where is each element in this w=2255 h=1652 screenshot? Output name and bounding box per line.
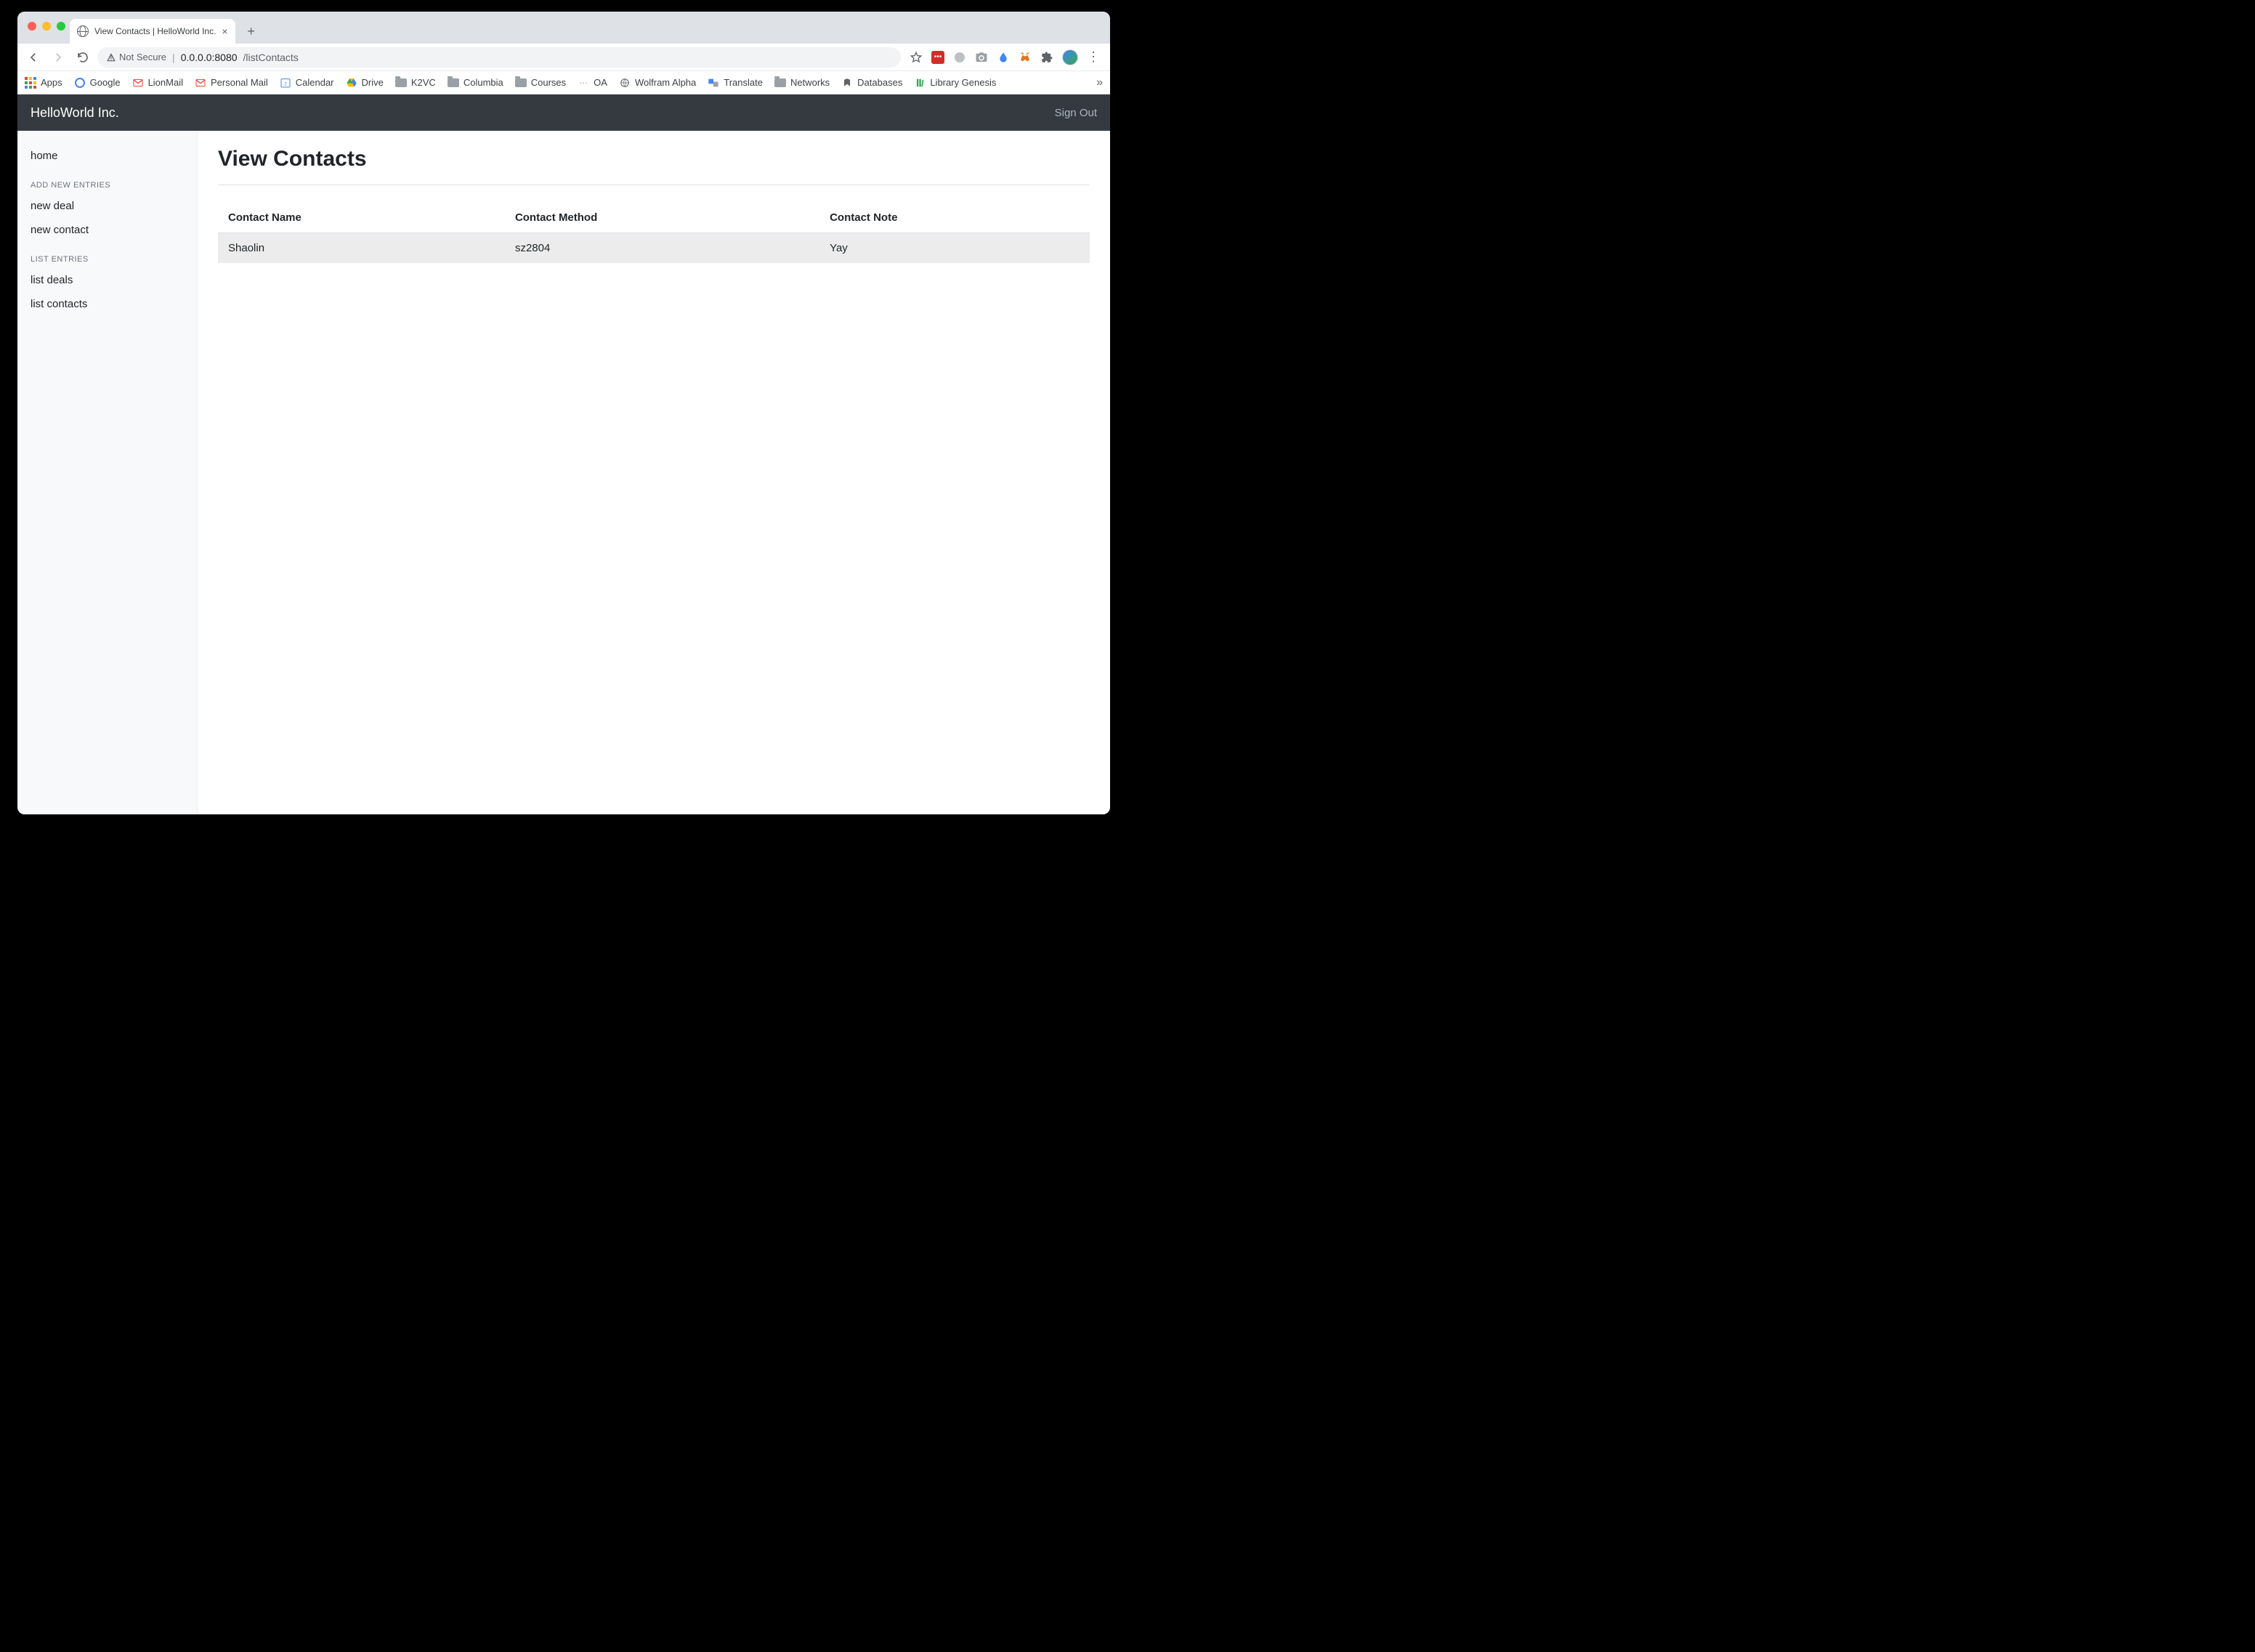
back-button[interactable] bbox=[23, 47, 44, 68]
col-contact-method: Contact Method bbox=[505, 203, 819, 233]
sidebar-item-new-contact[interactable]: new contact bbox=[17, 218, 197, 242]
sidebar-item-new-deal[interactable]: new deal bbox=[17, 194, 197, 218]
toolbar-actions: ••• ⋮ bbox=[905, 49, 1104, 65]
extension-lastpass-icon[interactable]: ••• bbox=[931, 51, 944, 64]
url-host: 0.0.0.0:8080 bbox=[181, 52, 238, 63]
profile-avatar[interactable] bbox=[1062, 49, 1078, 65]
bookmark-courses[interactable]: Courses bbox=[515, 77, 566, 89]
cell-contact-note: Yay bbox=[819, 233, 1090, 264]
extensions-puzzle-icon[interactable] bbox=[1040, 51, 1053, 64]
sidebar-item-list-deals[interactable]: list deals bbox=[17, 268, 197, 292]
bookmark-library-genesis[interactable]: Library Genesis bbox=[914, 77, 996, 89]
minimize-window-button[interactable] bbox=[42, 22, 51, 31]
sign-out-link[interactable]: Sign Out bbox=[1055, 107, 1097, 119]
bookmark-translate[interactable]: Translate bbox=[708, 77, 763, 89]
sidebar-heading-list: LIST ENTRIES bbox=[17, 242, 197, 268]
contacts-table: Contact Name Contact Method Contact Note… bbox=[218, 203, 1090, 263]
close-window-button[interactable] bbox=[28, 22, 36, 31]
maximize-window-button[interactable] bbox=[57, 22, 65, 31]
extension-drop-icon[interactable] bbox=[997, 51, 1010, 64]
bookmarks-overflow-icon[interactable]: » bbox=[1096, 76, 1103, 89]
bookmark-calendar[interactable]: 2Calendar bbox=[280, 77, 334, 89]
not-secure-label: Not Secure bbox=[119, 52, 166, 62]
forward-button[interactable] bbox=[48, 47, 68, 68]
browser-menu-icon[interactable]: ⋮ bbox=[1087, 49, 1100, 65]
apps-shortcut[interactable]: Apps bbox=[25, 77, 62, 89]
browser-tab[interactable]: View Contacts | HelloWorld Inc. × bbox=[70, 19, 235, 44]
camera-icon[interactable] bbox=[975, 51, 988, 64]
separator: | bbox=[172, 52, 175, 63]
app-header: HelloWorld Inc. Sign Out bbox=[17, 94, 1110, 131]
page-title: View Contacts bbox=[218, 147, 1090, 171]
star-icon[interactable] bbox=[910, 51, 923, 64]
tab-strip: View Contacts | HelloWorld Inc. × + bbox=[17, 12, 1110, 44]
bookmark-wolfram-alpha[interactable]: Wolfram Alpha bbox=[619, 77, 696, 89]
address-bar[interactable]: Not Secure | 0.0.0.0:8080/listContacts bbox=[97, 47, 901, 68]
sidebar: home ADD NEW ENTRIES new deal new contac… bbox=[17, 131, 198, 814]
reload-button[interactable] bbox=[73, 47, 93, 68]
browser-window: View Contacts | HelloWorld Inc. × + Not … bbox=[17, 12, 1110, 814]
not-secure-badge: Not Secure bbox=[106, 52, 166, 62]
col-contact-note: Contact Note bbox=[819, 203, 1090, 233]
url-path: /listContacts bbox=[243, 52, 299, 63]
table-header-row: Contact Name Contact Method Contact Note bbox=[218, 203, 1090, 233]
bookmark-databases[interactable]: Databases bbox=[841, 77, 902, 89]
bookmark-columbia[interactable]: Columbia bbox=[448, 77, 503, 89]
bookmarks-bar: Apps Google LionMail Personal Mail 2Cale… bbox=[17, 71, 1110, 94]
apps-label: Apps bbox=[41, 77, 62, 88]
bookmark-google[interactable]: Google bbox=[74, 77, 121, 89]
main-content: View Contacts Contact Name Contact Metho… bbox=[198, 131, 1110, 814]
cell-contact-method: sz2804 bbox=[505, 233, 819, 264]
sidebar-item-home[interactable]: home bbox=[17, 144, 197, 168]
col-contact-name: Contact Name bbox=[218, 203, 505, 233]
bookmark-drive[interactable]: Drive bbox=[346, 77, 384, 89]
bookmark-personal-mail[interactable]: Personal Mail bbox=[195, 77, 268, 89]
table-row[interactable]: Shaolin sz2804 Yay bbox=[218, 233, 1090, 264]
bookmark-lionmail[interactable]: LionMail bbox=[132, 77, 183, 89]
tab-title: View Contacts | HelloWorld Inc. bbox=[94, 26, 216, 36]
close-tab-icon[interactable]: × bbox=[222, 25, 227, 37]
globe-icon bbox=[77, 25, 89, 37]
bookmark-oa[interactable]: ⋯OA bbox=[578, 77, 607, 89]
browser-toolbar: Not Secure | 0.0.0.0:8080/listContacts •… bbox=[17, 44, 1110, 71]
app-body: home ADD NEW ENTRIES new deal new contac… bbox=[17, 131, 1110, 814]
sidebar-item-list-contacts[interactable]: list contacts bbox=[17, 292, 197, 316]
svg-text:2: 2 bbox=[284, 81, 287, 86]
window-controls bbox=[28, 22, 65, 31]
bookmark-networks[interactable]: Networks bbox=[774, 77, 830, 89]
sidebar-heading-add: ADD NEW ENTRIES bbox=[17, 168, 197, 194]
bookmark-k2vc[interactable]: K2VC bbox=[395, 77, 436, 89]
cell-contact-name: Shaolin bbox=[218, 233, 505, 264]
extension-gray-icon[interactable] bbox=[953, 51, 966, 64]
brand-title[interactable]: HelloWorld Inc. bbox=[31, 105, 119, 121]
extension-metamask-icon[interactable] bbox=[1019, 51, 1032, 64]
new-tab-button[interactable]: + bbox=[241, 21, 262, 41]
